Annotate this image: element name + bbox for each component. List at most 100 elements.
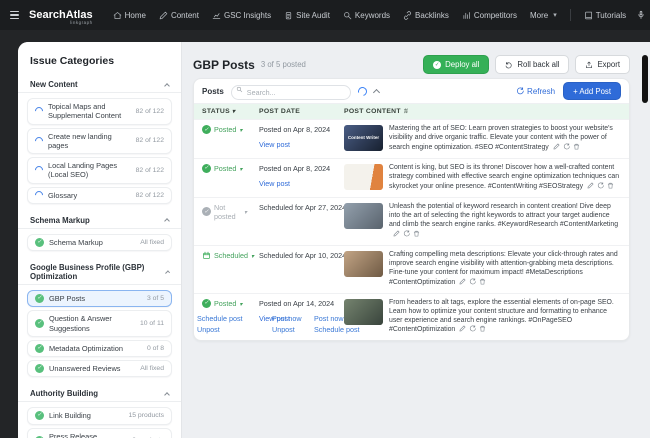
status-dropdown[interactable]: Scheduled — [202, 251, 247, 260]
sidebar-item-topical-maps[interactable]: Topical Maps and Supplemental Content 82… — [27, 98, 172, 125]
sidebar-item-glossary[interactable]: Glossary 82 of 122 — [27, 187, 172, 204]
row-actions — [553, 143, 580, 150]
section-header-gbp-optimization[interactable]: Google Business Profile (GBP) Optimizati… — [18, 258, 181, 285]
section-title: Schema Markup — [30, 216, 90, 225]
sidebar-item-unanswered-reviews[interactable]: Unanswered Reviews All fixed — [27, 360, 172, 377]
edit-icon[interactable] — [459, 278, 466, 285]
sidebar-item-local-landing-pages[interactable]: Local Landing Pages (Local SEO) 82 of 12… — [27, 157, 172, 184]
status-dropdown[interactable]: Posted — [202, 299, 247, 308]
add-post-button[interactable]: + Add Post — [563, 82, 621, 100]
link-icon — [403, 11, 412, 20]
delete-icon[interactable] — [413, 230, 420, 237]
issue-categories-sidebar: Issue Categories New Content Topical Map… — [18, 42, 182, 438]
regenerate-icon[interactable] — [469, 325, 476, 332]
roll-back-all-button[interactable]: Roll back all — [495, 55, 569, 74]
col-post-content[interactable]: POST CONTENT — [336, 104, 629, 119]
rollback-icon — [505, 61, 513, 69]
nav-more[interactable]: More — [530, 11, 557, 20]
sidebar-item-landing-pages[interactable]: Create new landing pages 82 of 122 — [27, 128, 172, 155]
item-label: GBP Posts — [49, 294, 142, 303]
mic-icon[interactable] — [636, 10, 646, 20]
refresh-label: Refresh — [527, 87, 555, 96]
item-label: Question & Answer Suggestions — [49, 314, 135, 333]
item-label: Press Release Distribution — [49, 432, 127, 438]
sidebar-item-press-release[interactable]: Press Release Distribution 3 products — [27, 428, 172, 438]
delete-icon[interactable] — [479, 278, 486, 285]
nav-tutorials[interactable]: Tutorials — [584, 11, 626, 20]
search-input[interactable] — [231, 85, 351, 100]
nav-menu: Home Content GSC Insights Site Audit Key… — [113, 9, 627, 21]
post-now-link[interactable]: Post now — [272, 314, 302, 323]
scheduled-date-dropdown[interactable]: Scheduled for Apr 27, 2024 — [259, 203, 332, 214]
loading-spinner-icon[interactable] — [356, 85, 368, 97]
edit-icon[interactable] — [553, 143, 560, 150]
nav-site-audit[interactable]: Site Audit — [284, 11, 330, 20]
item-label: Link Building — [49, 411, 123, 420]
page-header: GBP Posts 3 of 5 posted ✓ Deploy all Rol… — [193, 55, 630, 74]
app-window: SearchAtlas linkgraph Home Content GSC I… — [0, 0, 650, 438]
delete-icon[interactable] — [573, 143, 580, 150]
posted-check-icon — [202, 299, 211, 308]
section-header-authority-building[interactable]: Authority Building — [18, 384, 181, 402]
sidebar-item-metadata-optimization[interactable]: Metadata Optimization 0 of 8 — [27, 340, 172, 357]
unpost-link[interactable]: Unpost — [197, 325, 243, 334]
status-label: Not posted — [214, 203, 241, 221]
refresh-button[interactable]: Refresh — [516, 87, 555, 96]
check-circle-icon — [35, 411, 44, 420]
deploy-all-button[interactable]: ✓ Deploy all — [423, 55, 489, 74]
nav-backlinks[interactable]: Backlinks — [403, 11, 449, 20]
export-icon — [585, 61, 593, 69]
schedule-post-link[interactable]: Schedule post — [314, 325, 360, 334]
post-now-link[interactable]: Post now — [314, 314, 360, 323]
regenerate-icon[interactable] — [597, 182, 604, 189]
item-count: All fixed — [140, 239, 164, 246]
edit-icon[interactable] — [587, 182, 594, 189]
regenerate-icon[interactable] — [563, 143, 570, 150]
item-count: 82 of 122 — [136, 167, 164, 174]
sidebar-item-link-building[interactable]: Link Building 15 products — [27, 407, 172, 424]
nav-gsc-insights[interactable]: GSC Insights — [212, 11, 271, 20]
export-button[interactable]: Export — [575, 55, 630, 74]
sidebar-item-qa-suggestions[interactable]: Question & Answer Suggestions 10 of 11 — [27, 310, 172, 337]
delete-icon[interactable] — [607, 182, 614, 189]
nav-home-label: Home — [125, 11, 146, 20]
status-dropdown[interactable]: Posted — [202, 164, 247, 173]
scheduled-date-dropdown[interactable]: Scheduled for Apr 10, 2024 — [259, 251, 332, 262]
scrollbar-thumb[interactable] — [642, 55, 648, 103]
nav-home[interactable]: Home — [113, 11, 146, 20]
sidebar-item-gbp-posts[interactable]: GBP Posts 3 of 5 — [27, 290, 172, 307]
status-dropdown[interactable]: Not posted — [202, 203, 247, 221]
status-label: Posted — [214, 125, 236, 134]
collapse-chevron-icon[interactable] — [373, 89, 380, 96]
toolbar-right: Refresh + Add Post — [516, 82, 621, 100]
edit-icon[interactable] — [393, 230, 400, 237]
nav-content[interactable]: Content — [159, 11, 199, 20]
nav-backlinks-label: Backlinks — [415, 11, 449, 20]
posts-table-card: Posts Refresh + Add Post — [193, 78, 630, 341]
section-header-new-content[interactable]: New Content — [18, 75, 181, 93]
unpost-link[interactable]: Unpost — [272, 325, 302, 334]
sidebar-item-schema-markup[interactable]: Schema Markup All fixed — [27, 234, 172, 251]
table-row: Not posted Scheduled for Apr 27, 2024 Un… — [194, 197, 629, 245]
col-post-date[interactable]: POST DATE — [251, 104, 336, 119]
deploy-all-label: Deploy all — [445, 60, 479, 69]
book-icon — [584, 11, 593, 20]
section-header-schema-markup[interactable]: Schema Markup — [18, 211, 181, 229]
view-post-link[interactable]: View post — [259, 140, 290, 149]
thumbnail-label: Content Writer — [348, 135, 379, 140]
nav-keywords[interactable]: Keywords — [343, 11, 390, 20]
status-dropdown[interactable]: Posted — [202, 125, 247, 134]
edit-icon[interactable] — [459, 325, 466, 332]
regenerate-icon[interactable] — [469, 278, 476, 285]
action-link-group: Schedule post Unpost — [197, 314, 243, 334]
content-panel: Issue Categories New Content Topical Map… — [18, 42, 650, 438]
menu-icon[interactable] — [10, 11, 19, 20]
rollback-label: Roll back all — [517, 60, 559, 69]
schedule-post-link[interactable]: Schedule post — [197, 314, 243, 323]
view-post-link[interactable]: View post — [259, 179, 290, 188]
delete-icon[interactable] — [479, 325, 486, 332]
nav-competitors[interactable]: Competitors — [462, 11, 517, 20]
regenerate-icon[interactable] — [403, 230, 410, 237]
col-status[interactable]: STATUS — [194, 104, 251, 119]
caret-down-icon — [239, 299, 242, 308]
